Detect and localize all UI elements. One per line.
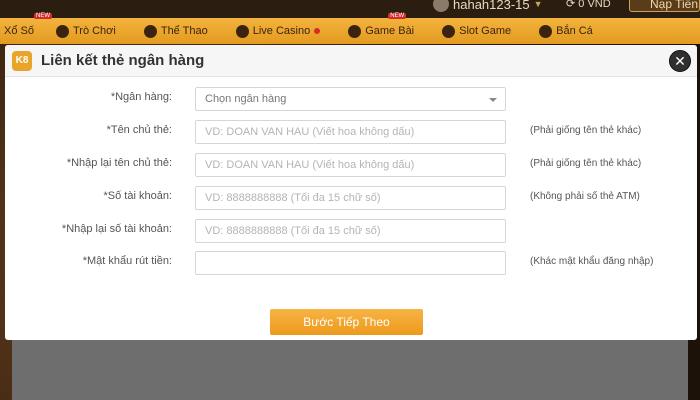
nav-item-tro-choi[interactable]: Trò Chơi — [48, 18, 130, 44]
close-button[interactable]: ✕ — [669, 50, 691, 72]
nav-item-xo-so[interactable]: Xổ Số NEW — [0, 13, 52, 44]
bank-select[interactable]: Chọn ngân hàng — [195, 87, 506, 111]
refresh-icon[interactable]: ⟳ — [566, 0, 575, 10]
nav-item-label: Xổ Số — [4, 25, 34, 37]
account-no-confirm-label: *Nhập lại số tài khoản: — [61, 223, 172, 235]
soccer-ball-icon — [143, 24, 157, 38]
holder-confirm-row: *Nhập lại tên chủ thẻ: (Phải giống tên t… — [5, 153, 697, 177]
content-panel — [12, 340, 688, 400]
nav-item-label: Bắn Cá — [556, 25, 593, 37]
holder-row: *Tên chủ thẻ: (Phải giống tên thẻ khác) — [5, 120, 697, 144]
account-no-label: *Số tài khoản: — [103, 190, 173, 202]
nav-item-label: Game Bài — [365, 25, 415, 37]
bank-link-modal: K8 Liên kết thẻ ngân hàng ✕ *Ngân hàng: … — [5, 45, 697, 340]
balance-value: 0 VND — [578, 0, 611, 10]
chevron-down-icon — [489, 98, 497, 102]
holder-label: *Tên chủ thẻ: — [106, 124, 172, 136]
withdraw-password-hint: (Khác mật khẩu đăng nhập) — [530, 256, 654, 267]
account-no-confirm-row: *Nhập lại số tài khoản: — [5, 219, 697, 243]
nav-item-label: Slot Game — [459, 25, 512, 37]
avatar — [433, 0, 449, 12]
account-number-confirm-input[interactable] — [195, 219, 506, 243]
deposit-button[interactable]: Nạp Tiền — [629, 0, 700, 12]
bank-select-value: Chọn ngân hàng — [205, 93, 287, 105]
brand-logo-icon: K8 — [12, 51, 32, 71]
chevron-down-icon: ▼ — [533, 0, 543, 9]
account-no-row: *Số tài khoản: (Không phải số thẻ ATM) — [5, 186, 697, 210]
nav-item-game-bai[interactable]: Game Bài NEW — [334, 13, 428, 44]
live-dot-icon — [314, 28, 321, 34]
modal-title: Liên kết thẻ ngân hàng — [41, 52, 205, 69]
account-number-input[interactable] — [195, 186, 506, 210]
account-no-hint: (Không phải số thẻ ATM) — [530, 191, 640, 202]
nav-item-label: Live Casino — [252, 25, 311, 37]
holder-confirm-hint: (Phải giống tên thẻ khác) — [530, 158, 642, 169]
withdraw-password-row: *Mật khẩu rút tiền: (Khác mật khẩu đăng … — [5, 251, 697, 275]
top-bar: hahah123-15 ▼ ⟳ 0 VND Nạp Tiền — [0, 0, 700, 18]
username: hahah123-15 — [453, 0, 530, 12]
nav-item-label: Thể Thao — [160, 25, 208, 37]
fish-icon — [539, 24, 553, 38]
nav-item-label: Trò Chơi — [72, 25, 116, 37]
holder-name-input[interactable] — [195, 120, 506, 144]
roulette-icon — [235, 24, 249, 38]
withdraw-password-input[interactable] — [195, 251, 506, 275]
nav-item-slot-game[interactable]: Slot Game — [428, 18, 525, 44]
slot-machine-icon — [442, 24, 456, 38]
nav-item-ban-ca[interactable]: Bắn Cá — [525, 18, 607, 44]
main-nav: Xổ Số NEW Trò Chơi Thể Thao Live Casino … — [0, 13, 700, 44]
holder-confirm-label: *Nhập lại tên chủ thẻ: — [66, 157, 172, 169]
balance: ⟳ 0 VND — [566, 0, 611, 10]
holder-hint: (Phải giống tên thẻ khác) — [530, 125, 642, 136]
account-menu[interactable]: hahah123-15 ▼ — [433, 0, 543, 12]
nav-item-live-casino[interactable]: Live Casino — [222, 18, 334, 44]
bank-row: *Ngân hàng: Chọn ngân hàng — [5, 87, 697, 111]
modal-header: K8 Liên kết thẻ ngân hàng ✕ — [5, 45, 697, 77]
holder-name-confirm-input[interactable] — [195, 153, 506, 177]
gamepad-icon — [55, 24, 69, 38]
bank-label: *Ngân hàng: — [110, 91, 172, 103]
new-badge: NEW — [388, 13, 407, 19]
cards-icon — [348, 24, 362, 38]
withdraw-password-label: *Mật khẩu rút tiền: — [82, 255, 172, 267]
nav-item-the-thao[interactable]: Thể Thao — [130, 18, 222, 44]
next-step-button[interactable]: Bước Tiếp Theo — [270, 309, 423, 335]
